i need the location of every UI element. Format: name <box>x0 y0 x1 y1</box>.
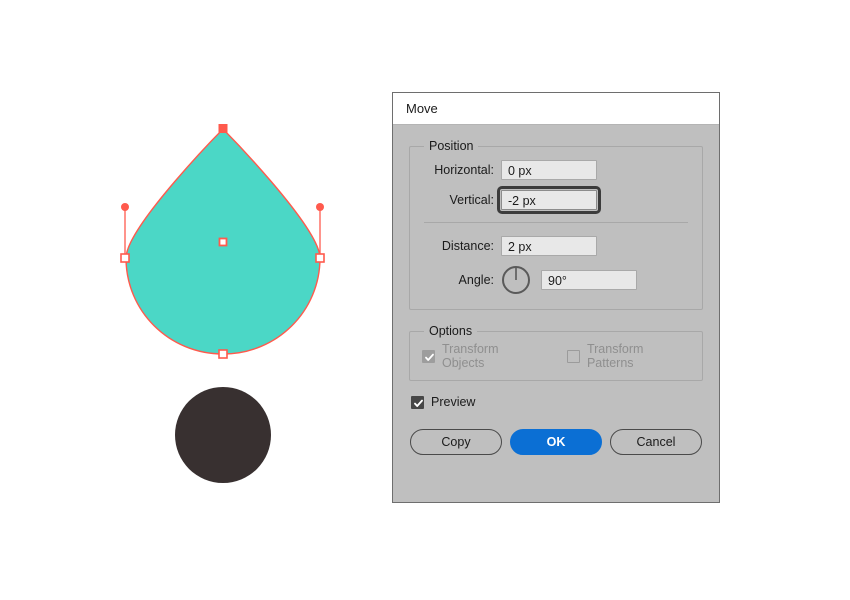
center-point <box>218 237 228 247</box>
options-group-legend: Options <box>429 324 473 338</box>
horizontal-row: Horizontal: 0 px <box>422 157 690 183</box>
cancel-button[interactable]: Cancel <box>610 429 702 455</box>
copy-button[interactable]: Copy <box>410 429 502 455</box>
options-checkbox-group: Transform Objects Transform Patterns <box>422 342 690 370</box>
angle-input[interactable]: 90° <box>541 270 637 290</box>
handle-dot-left[interactable] <box>121 203 129 211</box>
transform-objects-checkbox[interactable]: Transform Objects <box>422 342 541 370</box>
anchor-right[interactable] <box>315 253 325 263</box>
position-separator <box>424 222 688 223</box>
horizontal-label: Horizontal: <box>434 163 494 177</box>
preview-label: Preview <box>431 395 476 409</box>
preview-checkbox[interactable]: Preview <box>411 395 703 409</box>
move-dialog[interactable]: Move Position Horizontal: 0 px Vertical:… <box>392 92 720 503</box>
horizontal-input[interactable]: 0 px <box>501 160 597 180</box>
angle-dial-icon[interactable] <box>501 265 531 295</box>
options-group: Options Transform Objects Transform Patt… <box>409 324 703 381</box>
distance-label: Distance: <box>441 239 494 253</box>
angle-row: Angle: 90° <box>422 263 690 297</box>
ok-button[interactable]: OK <box>510 429 602 455</box>
anchor-left[interactable] <box>120 253 130 263</box>
transform-patterns-checkbox[interactable]: Transform Patterns <box>566 342 690 370</box>
empty-checkbox-icon <box>566 349 580 363</box>
handle-dot-right[interactable] <box>316 203 324 211</box>
distance-row: Distance: 2 px <box>422 233 690 259</box>
transform-objects-label: Transform Objects <box>442 342 499 370</box>
anchor-top-selected[interactable] <box>218 124 228 133</box>
position-group-legend: Position <box>429 139 474 153</box>
vertical-row: Vertical: -2 px <box>422 186 690 214</box>
dark-circle-shape[interactable] <box>175 387 271 483</box>
dialog-titlebar[interactable]: Move <box>393 93 719 125</box>
dialog-body: Position Horizontal: 0 px Vertical: -2 p… <box>393 125 719 455</box>
vertical-label: Vertical: <box>449 193 494 207</box>
checkmark-icon <box>422 349 435 363</box>
dialog-title: Move <box>406 101 438 116</box>
vertical-input[interactable]: -2 px <box>497 186 601 214</box>
checkmark-icon <box>411 395 424 409</box>
dialog-button-row: Copy OK Cancel <box>410 429 702 455</box>
transform-patterns-label: Transform Patterns <box>586 342 644 370</box>
distance-input[interactable]: 2 px <box>501 236 597 256</box>
anchor-bottom[interactable] <box>218 349 228 359</box>
position-group: Position Horizontal: 0 px Vertical: -2 p… <box>409 139 703 310</box>
angle-label: Angle: <box>458 273 494 287</box>
